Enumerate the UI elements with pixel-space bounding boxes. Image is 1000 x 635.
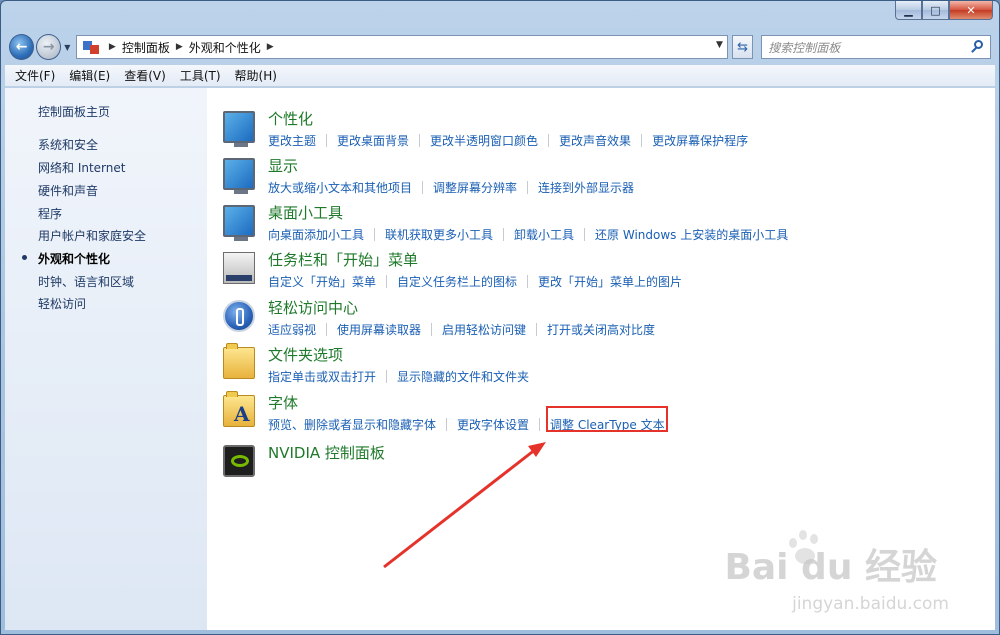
- category-title[interactable]: 显示: [268, 155, 298, 176]
- link-click-options[interactable]: 指定单击或双击打开: [268, 368, 376, 385]
- sidebar-item-ease-of-access[interactable]: 轻松访问: [38, 295, 86, 312]
- link-hidden-files[interactable]: 显示隐藏的文件和文件夹: [397, 368, 529, 385]
- category-title[interactable]: 个性化: [268, 108, 313, 129]
- menu-tools[interactable]: 工具(T): [180, 67, 221, 84]
- refresh-icon: ⇆: [737, 39, 748, 55]
- control-panel-icon: [82, 39, 103, 55]
- link-screen-reader[interactable]: 使用屏幕读取器: [337, 321, 421, 338]
- link-ease-keys[interactable]: 启用轻松访问键: [442, 321, 526, 338]
- category-title[interactable]: 字体: [268, 392, 298, 413]
- sidebar-item-system-security[interactable]: 系统和安全: [38, 136, 98, 153]
- address-dropdown-icon[interactable]: ▼: [716, 40, 723, 50]
- sidebar-item-programs[interactable]: 程序: [38, 205, 62, 222]
- link-start-picture[interactable]: 更改「开始」菜单上的图片: [538, 273, 682, 290]
- link-external-display[interactable]: 连接到外部显示器: [538, 179, 634, 196]
- link-screensaver[interactable]: 更改屏幕保护程序: [652, 132, 748, 149]
- link-high-contrast[interactable]: 打开或关闭高对比度: [547, 321, 655, 338]
- category-title[interactable]: 任务栏和「开始」菜单: [268, 249, 418, 270]
- link-text-size[interactable]: 放大或缩小文本和其他项目: [268, 179, 412, 196]
- back-arrow-icon: ←: [15, 39, 28, 55]
- link-change-theme[interactable]: 更改主题: [268, 132, 316, 149]
- content-area: 控制面板主页 系统和安全 网络和 Internet 硬件和声音 程序 用户帐户和…: [5, 88, 995, 630]
- sidebar-item-appearance[interactable]: 外观和个性化: [38, 250, 110, 267]
- maximize-button[interactable]: □: [922, 1, 949, 20]
- link-get-more-gadgets[interactable]: 联机获取更多小工具: [385, 226, 493, 243]
- link-resolution[interactable]: 调整屏幕分辨率: [433, 179, 517, 196]
- link-add-gadgets[interactable]: 向桌面添加小工具: [268, 226, 364, 243]
- category-title[interactable]: 桌面小工具: [268, 202, 343, 223]
- back-button[interactable]: ←: [9, 34, 35, 60]
- taskbar-icon[interactable]: [223, 252, 255, 284]
- gadgets-icon[interactable]: [223, 205, 255, 241]
- watermark-url: jingyan.baidu.com: [792, 594, 949, 614]
- caption-buttons: ▁ □ ✕: [895, 1, 993, 20]
- category-title[interactable]: NVIDIA 控制面板: [268, 442, 385, 463]
- link-customize-start[interactable]: 自定义「开始」菜单: [268, 273, 376, 290]
- sidebar-item-clock-region[interactable]: 时钟、语言和区域: [38, 273, 134, 290]
- category-links: 向桌面添加小工具 联机获取更多小工具 卸载小工具 还原 Windows 上安装的…: [268, 226, 788, 243]
- fonts-icon[interactable]: A: [223, 391, 255, 427]
- category-links: 指定单击或双击打开 显示隐藏的文件和文件夹: [268, 368, 529, 385]
- category-title[interactable]: 轻松访问中心: [268, 297, 358, 318]
- watermark-logo: Bai du 经验: [724, 547, 937, 588]
- breadcrumb-separator-icon[interactable]: ▶: [176, 42, 183, 52]
- menu-edit[interactable]: 编辑(E): [69, 67, 110, 84]
- link-window-color[interactable]: 更改半透明窗口颜色: [430, 132, 538, 149]
- category-title[interactable]: 文件夹选项: [268, 344, 343, 365]
- control-panel-window: ▁ □ ✕ ← → ▼ ▶ 控制面板 ▶ 外观和个性化 ▶ ▼ ⇆ 搜索控制面板…: [0, 0, 1000, 635]
- menu-help[interactable]: 帮助(H): [235, 67, 277, 84]
- link-uninstall-gadget[interactable]: 卸载小工具: [514, 226, 574, 243]
- category-links: 放大或缩小文本和其他项目 调整屏幕分辨率 连接到外部显示器: [268, 179, 634, 196]
- search-icon[interactable]: [970, 40, 984, 54]
- menu-bar: 文件(F) 编辑(E) 查看(V) 工具(T) 帮助(H): [5, 65, 995, 87]
- nvidia-icon[interactable]: [223, 445, 255, 477]
- link-low-vision[interactable]: 适应弱视: [268, 321, 316, 338]
- forward-arrow-icon: →: [42, 39, 55, 55]
- close-button[interactable]: ✕: [949, 1, 993, 20]
- link-taskbar-icons[interactable]: 自定义任务栏上的图标: [397, 273, 517, 290]
- sidebar: 控制面板主页 系统和安全 网络和 Internet 硬件和声音 程序 用户帐户和…: [5, 88, 207, 630]
- personalization-icon[interactable]: [223, 111, 255, 147]
- link-preview-fonts[interactable]: 预览、删除或者显示和隐藏字体: [268, 416, 436, 433]
- menu-view[interactable]: 查看(V): [124, 67, 166, 84]
- display-icon[interactable]: [223, 158, 255, 194]
- category-links: 适应弱视 使用屏幕读取器 启用轻松访问键 打开或关闭高对比度: [268, 321, 655, 338]
- address-bar[interactable]: ▶ 控制面板 ▶ 外观和个性化 ▶ ▼: [75, 35, 728, 59]
- link-change-background[interactable]: 更改桌面背景: [337, 132, 409, 149]
- category-links: 更改主题 更改桌面背景 更改半透明窗口颜色 更改声音效果 更改屏幕保护程序: [268, 132, 748, 149]
- refresh-button[interactable]: ⇆: [731, 35, 754, 59]
- breadcrumb-separator-icon[interactable]: ▶: [109, 42, 116, 52]
- minimize-button[interactable]: ▁: [895, 1, 922, 20]
- sidebar-item-hardware[interactable]: 硬件和声音: [38, 182, 98, 199]
- breadcrumb-separator-icon[interactable]: ▶: [267, 42, 274, 52]
- folder-options-icon[interactable]: [223, 343, 255, 379]
- link-restore-gadgets[interactable]: 还原 Windows 上安装的桌面小工具: [595, 226, 788, 243]
- ease-of-access-icon[interactable]: [223, 300, 255, 332]
- menu-file[interactable]: 文件(F): [15, 67, 55, 84]
- forward-button[interactable]: →: [36, 34, 62, 60]
- cleartype-highlight-box: [546, 406, 668, 432]
- recent-pages-chevron-icon[interactable]: ▼: [64, 43, 74, 52]
- sidebar-item-home[interactable]: 控制面板主页: [38, 103, 110, 120]
- link-sounds[interactable]: 更改声音效果: [559, 132, 631, 149]
- navigation-bar: ← → ▼ ▶ 控制面板 ▶ 外观和个性化 ▶ ▼ ⇆ 搜索控制面板: [9, 33, 991, 61]
- sidebar-item-network[interactable]: 网络和 Internet: [38, 159, 125, 176]
- search-placeholder: 搜索控制面板: [768, 40, 841, 55]
- breadcrumb-control-panel[interactable]: 控制面板: [122, 39, 170, 56]
- breadcrumb-appearance[interactable]: 外观和个性化: [189, 39, 261, 56]
- link-font-settings[interactable]: 更改字体设置: [457, 416, 529, 433]
- active-bullet-icon: [22, 255, 27, 260]
- search-input[interactable]: 搜索控制面板: [761, 35, 991, 59]
- sidebar-item-user-accounts[interactable]: 用户帐户和家庭安全: [38, 227, 146, 244]
- category-links: 自定义「开始」菜单 自定义任务栏上的图标 更改「开始」菜单上的图片: [268, 273, 682, 290]
